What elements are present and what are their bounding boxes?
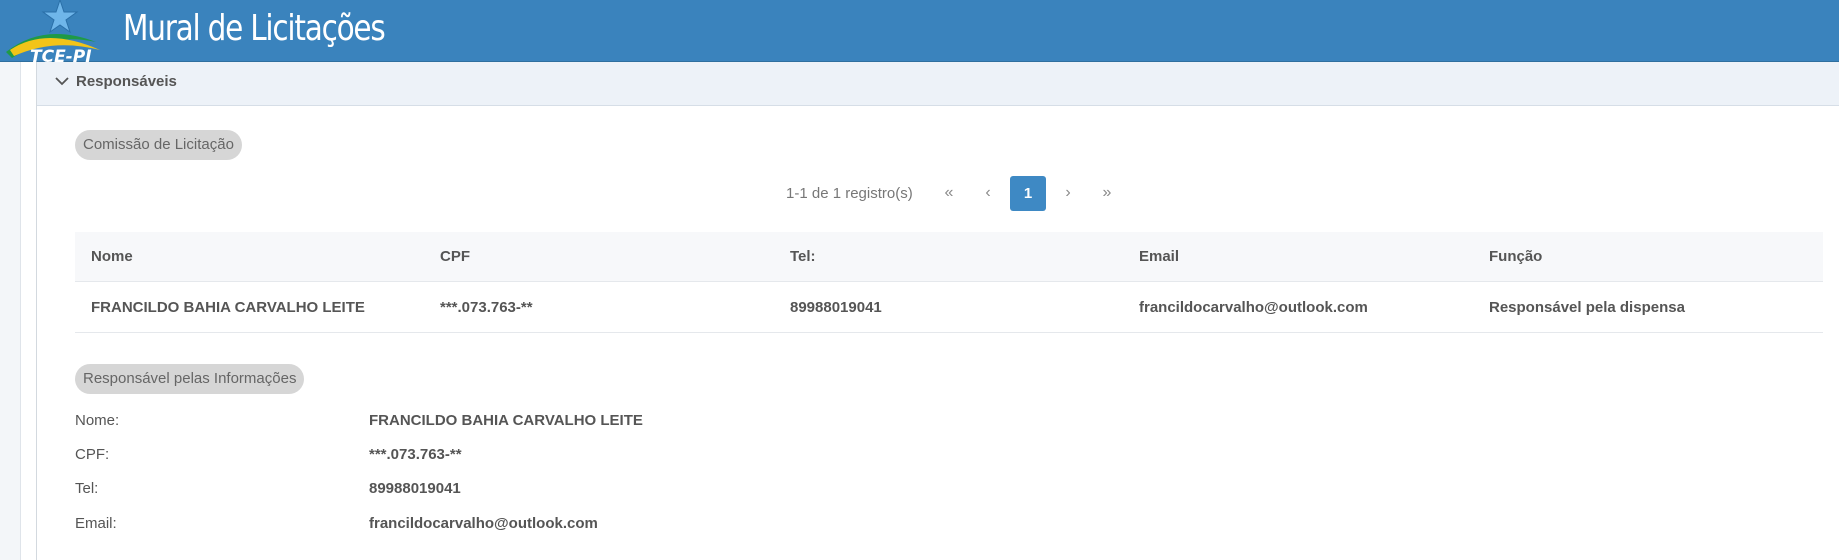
- table-row: FRANCILDO BAHIA CARVALHO LEITE ***.073.7…: [75, 282, 1823, 333]
- header-tel[interactable]: Tel:: [790, 232, 816, 281]
- table-header-row: Nome CPF Tel: Email Função: [75, 232, 1823, 282]
- header-nome[interactable]: Nome: [91, 232, 133, 281]
- chevron-down-icon[interactable]: [54, 73, 70, 89]
- info-label-email: Email:: [75, 515, 117, 532]
- cell-funcao: Responsável pela dispensa: [1489, 298, 1685, 316]
- header-cpf[interactable]: CPF: [440, 232, 470, 281]
- header-email[interactable]: Email: [1139, 232, 1179, 281]
- panel-title: Responsáveis: [76, 73, 177, 90]
- tce-pi-logo[interactable]: TCE-PI: [4, 0, 108, 64]
- prev-page-button[interactable]: ‹: [977, 182, 999, 206]
- info-label-cpf: CPF:: [75, 446, 110, 463]
- cell-cpf: ***.073.763-**: [440, 298, 533, 316]
- info-value-email: francildocarvalho@outlook.com: [369, 515, 598, 532]
- info-value-cpf: ***.073.763-**: [369, 446, 462, 463]
- info-value-tel: 89988019041: [369, 480, 461, 497]
- cell-email: francildocarvalho@outlook.com: [1139, 298, 1368, 316]
- page-1-button[interactable]: 1: [1010, 176, 1046, 211]
- app-title: Mural de Licitações: [123, 8, 386, 49]
- info-label-tel: Tel:: [75, 480, 99, 497]
- commission-table: Nome CPF Tel: Email Função FRANCILDO BAH…: [75, 232, 1823, 333]
- info-label-nome: Nome:: [75, 412, 120, 429]
- top-bar: TCE-PI Mural de Licitações: [0, 0, 1839, 64]
- header-funcao[interactable]: Função: [1489, 232, 1542, 281]
- cell-tel: 89988019041: [790, 298, 882, 316]
- info-badge: Responsável pelas Informações: [75, 364, 305, 394]
- commission-badge: Comissão de Licitação: [75, 130, 242, 160]
- panel-header[interactable]: Responsáveis: [37, 62, 1839, 106]
- last-page-button[interactable]: »: [1096, 182, 1118, 206]
- first-page-button[interactable]: «: [938, 182, 960, 206]
- cell-nome: FRANCILDO BAHIA CARVALHO LEITE: [91, 298, 365, 316]
- pagination-info: 1-1 de 1 registro(s): [786, 185, 913, 202]
- next-page-button[interactable]: ›: [1057, 182, 1079, 206]
- left-rail: [0, 62, 21, 560]
- info-value-nome: FRANCILDO BAHIA CARVALHO LEITE: [369, 412, 643, 429]
